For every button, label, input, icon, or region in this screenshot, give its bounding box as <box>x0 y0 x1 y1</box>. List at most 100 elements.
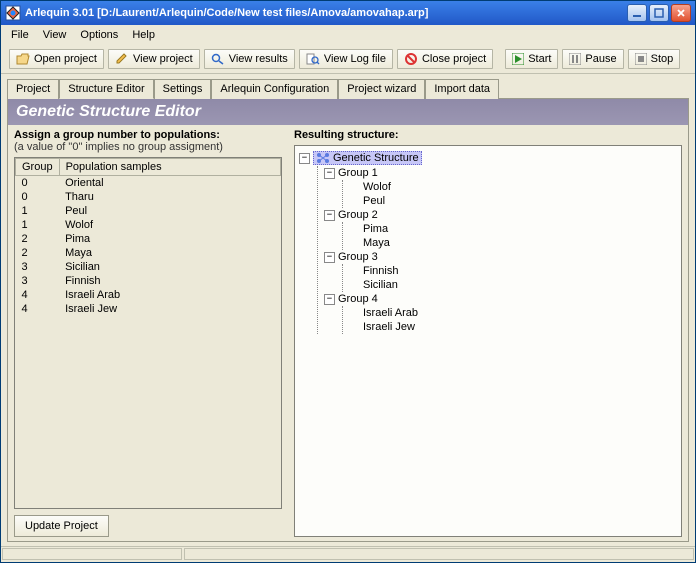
menubar: File View Options Help <box>1 25 695 45</box>
search-icon <box>211 53 225 65</box>
tree-group-label: Group 3 <box>338 251 378 263</box>
cell-population[interactable]: Pima <box>59 232 280 246</box>
tree-leaf-label: Finnish <box>363 265 398 277</box>
cell-group[interactable]: 3 <box>16 260 60 274</box>
tree-expander-icon[interactable]: − <box>299 153 310 164</box>
cell-population[interactable]: Maya <box>59 246 280 260</box>
view-log-button[interactable]: View Log file <box>299 49 393 69</box>
table-row[interactable]: 2Maya <box>16 246 281 260</box>
pause-button[interactable]: Pause <box>562 49 623 69</box>
tree-expander-icon[interactable]: − <box>324 168 335 179</box>
start-button[interactable]: Start <box>505 49 558 69</box>
stop-button[interactable]: Stop <box>628 49 681 69</box>
cell-group[interactable]: 4 <box>16 288 60 302</box>
tree-leaf[interactable]: Peul <box>349 194 677 208</box>
cell-population[interactable]: Sicilian <box>59 260 280 274</box>
table-row[interactable]: 3Sicilian <box>16 260 281 274</box>
close-project-button[interactable]: Close project <box>397 49 493 69</box>
tree-leaf-label: Maya <box>363 237 390 249</box>
structure-tree[interactable]: − Genetic Structure −Group 1WolofPeul−Gr… <box>294 145 682 537</box>
no-entry-icon <box>404 53 418 65</box>
tree-leaf[interactable]: Pima <box>349 222 677 236</box>
table-row[interactable]: 4Israeli Jew <box>16 302 281 316</box>
tab-project[interactable]: Project <box>7 79 59 99</box>
tree-group[interactable]: −Group 2 <box>324 208 677 222</box>
cell-group[interactable]: 2 <box>16 246 60 260</box>
tree-leaf[interactable]: Maya <box>349 236 677 250</box>
view-results-button[interactable]: View results <box>204 49 295 69</box>
menu-view[interactable]: View <box>37 27 73 43</box>
menu-help[interactable]: Help <box>126 27 161 43</box>
tab-settings[interactable]: Settings <box>154 79 212 99</box>
menu-file[interactable]: File <box>5 27 35 43</box>
table-row[interactable]: 1Wolof <box>16 218 281 232</box>
tree-leaf[interactable]: Israeli Jew <box>349 320 677 334</box>
tree-root[interactable]: − Genetic Structure <box>299 150 677 166</box>
pause-icon <box>569 53 581 65</box>
titlebar: Arlequin 3.01 [D:/Laurent/Arlequin/Code/… <box>1 1 695 25</box>
stop-icon <box>635 53 647 65</box>
update-project-button[interactable]: Update Project <box>14 515 109 537</box>
cell-population[interactable]: Israeli Jew <box>59 302 280 316</box>
table-row[interactable]: 0Tharu <box>16 190 281 204</box>
assign-panel: Assign a group number to populations: (a… <box>8 125 288 541</box>
tree-group[interactable]: −Group 3 <box>324 250 677 264</box>
col-population[interactable]: Population samples <box>59 159 280 176</box>
table-row[interactable]: 1Peul <box>16 204 281 218</box>
tab-project-wizard[interactable]: Project wizard <box>338 79 425 99</box>
table-row[interactable]: 3Finnish <box>16 274 281 288</box>
play-icon <box>512 53 524 65</box>
open-project-button[interactable]: Open project <box>9 49 104 69</box>
tree-expander-icon[interactable]: − <box>324 210 335 221</box>
tab-arlequin-config[interactable]: Arlequin Configuration <box>211 79 338 99</box>
tree-expander-icon[interactable]: − <box>324 294 335 305</box>
app-icon <box>5 5 21 21</box>
assign-subheading: (a value of "0" implies no group assigme… <box>14 141 282 153</box>
cell-population[interactable]: Peul <box>59 204 280 218</box>
cell-group[interactable]: 1 <box>16 218 60 232</box>
tree-leaf-label: Israeli Arab <box>363 307 418 319</box>
tree-leaf-label: Wolof <box>363 181 391 193</box>
tree-expander-icon[interactable]: − <box>324 252 335 263</box>
tab-import-data[interactable]: Import data <box>425 79 499 99</box>
minimize-button[interactable] <box>627 4 647 22</box>
page-title: Genetic Structure Editor <box>8 99 688 125</box>
view-project-button[interactable]: View project <box>108 49 200 69</box>
cell-group[interactable]: 4 <box>16 302 60 316</box>
structure-icon <box>316 152 330 164</box>
tree-leaf[interactable]: Israeli Arab <box>349 306 677 320</box>
toolbar: Open project View project View results V… <box>1 45 695 74</box>
cell-group[interactable]: 0 <box>16 190 60 204</box>
cell-population[interactable]: Finnish <box>59 274 280 288</box>
close-button[interactable] <box>671 4 691 22</box>
col-group[interactable]: Group <box>16 159 60 176</box>
cell-population[interactable]: Tharu <box>59 190 280 204</box>
tab-content: Genetic Structure Editor Assign a group … <box>7 98 689 542</box>
table-row[interactable]: 4Israeli Arab <box>16 288 281 302</box>
cell-group[interactable]: 3 <box>16 274 60 288</box>
tree-leaf[interactable]: Finnish <box>349 264 677 278</box>
cell-group[interactable]: 2 <box>16 232 60 246</box>
tree-leaf-label: Israeli Jew <box>363 321 415 333</box>
statusbar <box>1 546 695 562</box>
folder-open-icon <box>16 53 30 65</box>
tree-leaf[interactable]: Sicilian <box>349 278 677 292</box>
menu-options[interactable]: Options <box>74 27 124 43</box>
tree-group[interactable]: −Group 4 <box>324 292 677 306</box>
cell-population[interactable]: Wolof <box>59 218 280 232</box>
result-panel: Resulting structure: − Genetic Structure… <box>288 125 688 541</box>
cell-population[interactable]: Israeli Arab <box>59 288 280 302</box>
table-row[interactable]: 0Oriental <box>16 176 281 191</box>
cell-group[interactable]: 1 <box>16 204 60 218</box>
tree-leaf-label: Pima <box>363 223 388 235</box>
cell-group[interactable]: 0 <box>16 176 60 191</box>
result-heading: Resulting structure: <box>294 129 682 141</box>
tree-group[interactable]: −Group 1 <box>324 166 677 180</box>
tree-leaf-label: Peul <box>363 195 385 207</box>
population-table[interactable]: Group Population samples 0Oriental0Tharu… <box>14 157 282 509</box>
tree-leaf[interactable]: Wolof <box>349 180 677 194</box>
cell-population[interactable]: Oriental <box>59 176 280 191</box>
maximize-button[interactable] <box>649 4 669 22</box>
tab-structure-editor[interactable]: Structure Editor <box>59 79 153 99</box>
table-row[interactable]: 2Pima <box>16 232 281 246</box>
